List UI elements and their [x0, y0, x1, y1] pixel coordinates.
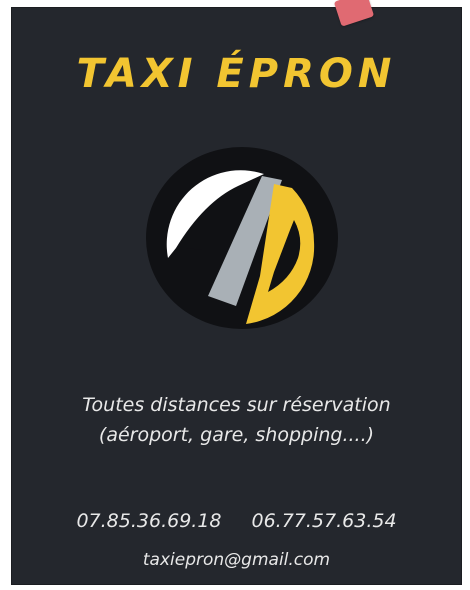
email-address[interactable]: taxiepron@gmail.com	[12, 548, 461, 572]
tagline-line-1: Toutes distances sur réservation	[82, 394, 391, 416]
taxi-flyer-card: TAXI ÉPRON Toutes distances sur réservat…	[12, 0, 461, 584]
phone-number-2[interactable]: 06.77.57.63.54	[252, 510, 397, 532]
flyer-title: TAXI ÉPRON	[76, 51, 397, 97]
road-logo-icon	[142, 146, 342, 331]
phone-numbers: 07.85.36.69.18 06.77.57.63.54	[12, 508, 461, 534]
corner-ribbon-decoration	[333, 0, 375, 27]
phone-number-1[interactable]: 07.85.36.69.18	[76, 510, 221, 532]
page-frame: TAXI ÉPRON Toutes distances sur réservat…	[0, 0, 470, 590]
tagline-line-2: (aéroport, gare, shopping....)	[98, 424, 375, 446]
service-tagline: Toutes distances sur réservation (aéropo…	[12, 390, 461, 450]
